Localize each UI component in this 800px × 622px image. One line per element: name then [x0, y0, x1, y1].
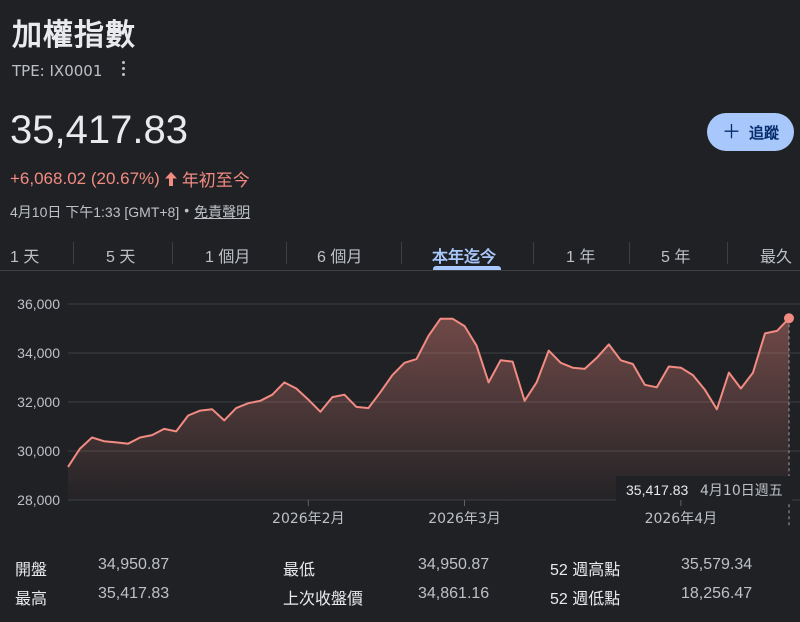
x-axis-tick-label: 2026年4月 — [645, 511, 718, 527]
stat-label-prev-close: 上次收盤價 — [283, 591, 364, 608]
price-change: +6,068.02 (20.67%) — [10, 168, 160, 188]
stat-label-open: 開盤 — [15, 562, 48, 579]
arrow-up-icon — [164, 171, 177, 186]
y-axis-tick-label: 32,000 — [17, 394, 60, 410]
x-axis-tick-label: 2026年2月 — [272, 511, 345, 527]
plus-icon: ＋ — [721, 120, 741, 143]
follow-label: 追蹤 — [749, 123, 780, 142]
tab-1-day[interactable]: 1 天 — [10, 243, 39, 267]
update-info: 4月10日 下午1:33 [GMT+8] • 免責聲明 — [10, 202, 250, 222]
tooltip: 35,417.83 4月10日週五 — [616, 476, 792, 504]
x-axis-tick-label: 2026年3月 — [428, 511, 501, 527]
y-axis-tick-label: 34,000 — [17, 345, 60, 361]
tab-6-month[interactable]: 6 個月 — [317, 243, 362, 267]
tab-divider — [0, 270, 800, 271]
tooltip-value: 35,417.83 — [626, 482, 688, 498]
more-options-icon[interactable] — [117, 57, 129, 79]
disclaimer-link[interactable]: 免責聲明 — [194, 202, 250, 222]
tab-1-year[interactable]: 1 年 — [566, 243, 595, 267]
tab-separator — [727, 242, 728, 264]
tab-separator — [533, 242, 534, 264]
stat-value-52w-high: 35,579.34 — [681, 556, 753, 573]
tab-ytd[interactable]: 本年迄今 — [432, 243, 496, 267]
stat-value-high: 35,417.83 — [98, 585, 170, 602]
tab-separator — [629, 242, 630, 264]
ticker-symbol: TPE: IX0001 — [12, 62, 103, 80]
tab-1-month[interactable]: 1 個月 — [205, 243, 250, 267]
stat-label-high: 最高 — [15, 591, 48, 608]
stat-value-prev-close: 34,861.16 — [418, 585, 490, 602]
stat-label-52w-high: 52 週高點 — [550, 562, 621, 579]
stat-label-52w-low: 52 週低點 — [550, 591, 621, 608]
y-axis-tick-label: 28,000 — [17, 492, 60, 508]
price-area — [68, 318, 789, 500]
timestamp: 4月10日 下午1:33 [GMT+8] — [10, 204, 180, 220]
stat-value-52w-low: 18,256.47 — [681, 585, 753, 602]
page-title: 加權指數 — [12, 18, 136, 53]
price-chart[interactable]: 36,000 34,000 32,000 30,000 28,000 35,417.83… — [0, 285, 800, 535]
tab-5-day[interactable]: 5 天 — [106, 243, 135, 267]
tab-separator — [73, 242, 74, 264]
y-axis-tick-label: 36,000 — [17, 296, 60, 312]
follow-button[interactable]: ＋ 追蹤 — [707, 113, 794, 151]
current-price: 35,417.83 — [10, 108, 188, 152]
tab-separator — [401, 242, 402, 264]
tab-max[interactable]: 最久 — [760, 243, 792, 267]
stat-value-low: 34,950.87 — [418, 556, 490, 573]
separator: • — [184, 202, 190, 218]
stat-label-low: 最低 — [283, 562, 316, 579]
y-axis-tick-label: 30,000 — [17, 443, 60, 459]
tooltip-date: 4月10日週五 — [700, 483, 783, 499]
tab-separator — [286, 242, 287, 264]
price-change-row: +6,068.02 (20.67%) 年初至今 — [10, 166, 250, 191]
change-period: 年初至今 — [181, 171, 250, 190]
tab-separator — [172, 242, 173, 264]
tab-5-year[interactable]: 5 年 — [661, 243, 690, 267]
last-price-dot — [784, 313, 794, 324]
stat-value-open: 34,950.87 — [98, 556, 170, 573]
